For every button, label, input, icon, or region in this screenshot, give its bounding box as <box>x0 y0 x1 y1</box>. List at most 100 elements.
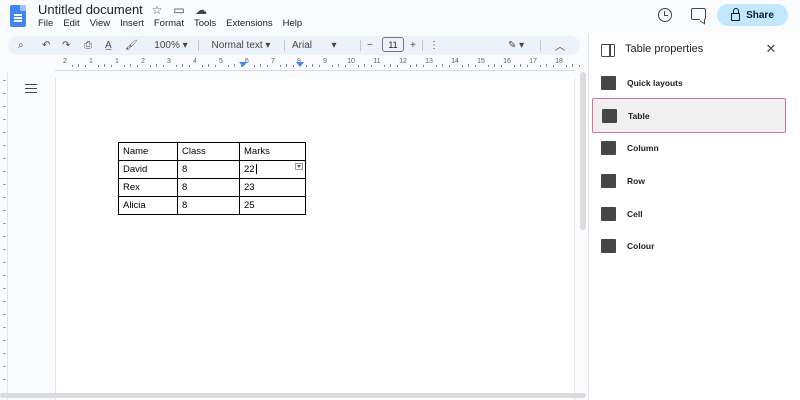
document-title[interactable]: Untitled document <box>38 2 143 17</box>
ruler-number: 12 <box>399 58 407 65</box>
table-cell[interactable]: 8 <box>177 196 240 215</box>
ruler-tick <box>396 65 398 67</box>
ruler-number: 10 <box>347 58 355 65</box>
ruler-number: 15 <box>477 58 485 65</box>
style-select[interactable]: Normal text ▾ <box>206 38 276 53</box>
ruler-tick <box>188 65 190 67</box>
version-history-icon[interactable] <box>658 8 672 22</box>
indent-marker-icon[interactable] <box>239 62 247 67</box>
share-label: Share <box>746 9 774 21</box>
hide-menus-icon[interactable]: ︿ <box>555 38 565 53</box>
toolbar-divider <box>360 40 361 51</box>
table-cell[interactable]: 8 <box>177 160 240 179</box>
ruler-number: 3 <box>167 58 171 65</box>
docs-logo-icon[interactable] <box>10 5 26 27</box>
menu-extensions[interactable]: Extensions <box>226 18 272 29</box>
zoom-select[interactable]: 100% ▾ <box>148 38 194 53</box>
menu-insert[interactable]: Insert <box>120 18 144 29</box>
indent-marker-icon[interactable] <box>296 62 304 67</box>
cell-options-icon[interactable] <box>295 163 303 170</box>
horizontal-scrollbar[interactable] <box>0 393 586 398</box>
comments-icon[interactable] <box>691 8 706 20</box>
ruler-tick <box>422 65 424 67</box>
section-column[interactable]: Column <box>589 132 800 164</box>
toolbar-divider <box>198 40 199 51</box>
table-cell[interactable]: Marks <box>239 142 306 161</box>
ruler-tick <box>3 119 6 120</box>
table-cell[interactable]: Name <box>118 142 178 161</box>
share-button[interactable]: Share <box>717 4 788 26</box>
table-cell[interactable]: Rex <box>118 178 178 197</box>
ruler-tick <box>292 65 294 67</box>
ruler-tick <box>175 65 177 67</box>
ruler-tick <box>3 301 6 302</box>
table-cell[interactable]: 8 <box>177 178 240 197</box>
star-icon[interactable]: ☆ <box>150 3 164 17</box>
undo-icon[interactable]: ↶ <box>42 38 50 53</box>
ruler-tick <box>201 65 203 67</box>
ruler-tick <box>286 64 287 67</box>
section-row[interactable]: Row <box>589 165 800 197</box>
ruler-tick <box>3 158 6 159</box>
ruler-tick <box>3 379 6 380</box>
vertical-scrollbar[interactable] <box>580 72 586 230</box>
move-folder-icon[interactable]: ▭ <box>172 3 186 17</box>
ruler-tick <box>156 64 157 67</box>
table-row: Rex 8 23 <box>118 178 306 197</box>
section-cell[interactable]: Cell <box>589 198 800 230</box>
more-options-icon[interactable]: ⋮ <box>429 38 439 53</box>
ruler-tick <box>3 327 6 328</box>
menu-tools[interactable]: Tools <box>194 18 216 29</box>
ruler-tick <box>578 65 580 67</box>
ruler-tick <box>409 65 411 67</box>
ruler-number: 4 <box>193 58 197 65</box>
vertical-ruler[interactable] <box>0 72 8 400</box>
menu-file[interactable]: File <box>38 18 53 29</box>
ruler-tick <box>3 353 6 354</box>
table-row: David 8 22 <box>118 160 306 179</box>
ruler-tick <box>3 314 6 315</box>
paint-format-icon[interactable]: 🖌 <box>125 38 138 53</box>
search-menus-icon[interactable]: ⌕ <box>18 38 24 53</box>
section-icon <box>601 239 616 253</box>
redo-icon[interactable]: ↷ <box>62 38 70 53</box>
print-icon[interactable]: ⎙ <box>84 38 92 53</box>
menu-edit[interactable]: Edit <box>63 18 79 29</box>
table-cell[interactable]: Class <box>177 142 240 161</box>
font-select[interactable]: Arial ▾ <box>292 38 348 53</box>
table-cell[interactable]: David <box>118 160 178 179</box>
editing-mode-icon[interactable]: ✎ ▾ <box>508 38 524 53</box>
ruler-tick <box>110 65 112 67</box>
ruler-tick <box>461 65 463 67</box>
ruler-tick <box>97 65 99 67</box>
section-quick-layouts[interactable]: Quick layouts <box>589 67 800 99</box>
ruler-tick <box>370 65 372 67</box>
ruler-tick <box>3 366 6 367</box>
section-colour[interactable]: Colour <box>589 230 800 262</box>
document-table[interactable]: Name Class Marks David 8 22 Rex 8 23 Ali… <box>118 142 306 215</box>
toolbar: ⌕ ↶ ↷ ⎙ A̲ 🖌 100% ▾ Normal text ▾ Arial … <box>8 36 580 55</box>
ruler-tick <box>84 65 86 67</box>
decrease-font-size-icon[interactable]: − <box>367 38 373 53</box>
section-label: Cell <box>627 209 643 219</box>
ruler-number: 9 <box>323 58 327 65</box>
menu-help[interactable]: Help <box>283 18 303 29</box>
spellcheck-icon[interactable]: A̲ <box>105 38 112 53</box>
table-cell-active[interactable]: 22 <box>239 160 306 179</box>
horizontal-ruler[interactable]: 2 1 1 2 3 4 5 6 7 8 9 10 11 12 13 14 15 16 17 18 <box>55 58 580 71</box>
font-size-input[interactable]: 11 <box>382 37 404 52</box>
close-icon[interactable]: ✕ <box>765 41 777 57</box>
table-cell[interactable]: 23 <box>239 178 306 197</box>
table-cell[interactable]: 25 <box>239 196 306 215</box>
menu-format[interactable]: Format <box>154 18 184 29</box>
menu-view[interactable]: View <box>90 18 110 29</box>
cloud-status-icon[interactable]: ☁ <box>194 3 208 17</box>
document-page[interactable] <box>55 78 575 400</box>
section-table[interactable]: Table <box>592 98 786 133</box>
document-outline-icon[interactable] <box>25 84 37 94</box>
ruler-number: 11 <box>373 58 381 65</box>
ruler-tick <box>227 65 229 67</box>
ruler-tick <box>468 64 469 67</box>
increase-font-size-icon[interactable]: + <box>410 38 416 53</box>
table-cell[interactable]: Alicia <box>118 196 178 215</box>
